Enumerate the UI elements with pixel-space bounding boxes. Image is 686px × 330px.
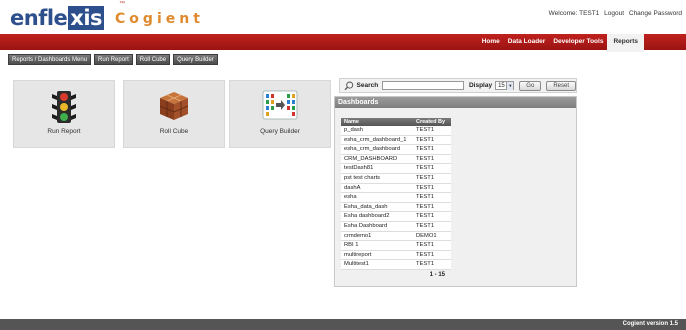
user-links: Welcome: TEST1 Logout Change Password <box>546 10 682 17</box>
cube-icon <box>159 92 189 120</box>
display-count-select[interactable]: 15 ▼ <box>495 81 515 90</box>
tile-label: Roll Cube <box>159 128 189 135</box>
search-bar: Search Display 15 ▼ Go Reset <box>339 78 577 93</box>
table-row[interactable]: p_dash TEST1 <box>341 126 451 136</box>
dashboards-table: Name Created By p_dash TEST1 esha_crm_dash… <box>341 118 451 278</box>
reports-dashboards-menu-button[interactable]: Reports / Dashboards Menu <box>8 54 92 65</box>
table-row[interactable]: multireport TEST1 <box>341 250 451 261</box>
tile-label: Query Builder <box>260 128 300 135</box>
dashboards-panel: Dashboards Name Created By p_dash TEST1 es… <box>334 96 577 287</box>
column-header-created-by[interactable]: Created By <box>413 118 451 126</box>
run-report-button[interactable]: Run Report <box>94 54 133 65</box>
created-by-cell: TEST1 <box>416 213 435 220</box>
dashboard-name-cell[interactable]: testDash81 <box>341 164 413 173</box>
trademark-mark: ™ <box>119 1 125 7</box>
reset-button[interactable]: Reset <box>546 80 576 91</box>
dashboard-name-cell[interactable]: pst test charts <box>341 174 413 183</box>
dashboard-name-cell[interactable]: CRM_DASHBOARD <box>341 155 413 164</box>
created-by-cell: DEMO1 <box>416 232 437 239</box>
created-by-cell: TEST1 <box>416 165 435 172</box>
welcome-text: Welcome: TEST1 <box>548 10 600 17</box>
query-builder-tile[interactable]: Query Builder <box>229 80 331 148</box>
logo-wordmark: enfle xis <box>10 6 105 30</box>
nav-developer-tools[interactable]: Developer Tools <box>549 34 607 50</box>
table-row[interactable]: Esha Dashboard TEST1 <box>341 221 451 232</box>
table-header: Name Created By <box>341 118 451 126</box>
dashboard-name-cell[interactable]: Multitest1 <box>341 260 413 269</box>
column-header-name[interactable]: Name <box>341 118 413 126</box>
dashboard-name-cell[interactable]: Esha_data_dash <box>341 203 413 212</box>
table-row[interactable]: RBI 1 TEST1 <box>341 241 451 251</box>
roll-cube-button[interactable]: Roll Cube <box>135 54 171 65</box>
enflexis-logo[interactable]: enfle xis Cogient <box>10 6 204 30</box>
logout-link[interactable]: Logout <box>604 10 624 17</box>
magnifier-icon <box>344 81 354 90</box>
version-text: Cogient version 1.5 <box>622 321 678 327</box>
table-row[interactable]: esha_crm_dashboard TEST1 <box>341 145 451 155</box>
nav-data-loader[interactable]: Data Loader <box>504 34 550 50</box>
table-row[interactable]: Esha_data_dash TEST1 <box>341 202 451 213</box>
app-footer: Cogient version 1.5 <box>0 319 686 330</box>
traffic-light-icon <box>52 91 76 123</box>
search-label: Search <box>356 82 379 89</box>
app-header: enfle xis Cogient ™ Welcome: TEST1 Logout… <box>0 0 686 32</box>
nav-reports[interactable]: Reports <box>607 34 644 52</box>
go-button[interactable]: Go <box>519 80 542 91</box>
created-by-cell: TEST1 <box>416 261 435 268</box>
display-label: Display <box>468 82 493 89</box>
created-by-cell: TEST1 <box>416 194 435 201</box>
nav-home[interactable]: Home <box>478 34 504 50</box>
created-by-cell: TEST1 <box>416 222 435 229</box>
table-row[interactable]: esha TEST1 <box>341 193 451 203</box>
dashboard-name-cell[interactable]: esha_crm_dashboard_1 <box>341 136 413 145</box>
dashboard-name-cell[interactable]: multireport <box>341 251 413 260</box>
table-row[interactable]: testDash81 TEST1 <box>341 164 451 174</box>
created-by-cell: TEST1 <box>416 136 435 143</box>
reports-toolbar: Reports / Dashboards Menu Run Report Rol… <box>8 54 218 65</box>
dashboard-name-cell[interactable]: Esha Dashboard <box>341 222 413 231</box>
table-row[interactable]: Esha dashboard2 TEST1 <box>341 212 451 222</box>
dashboard-name-cell[interactable]: p_dash <box>341 126 413 135</box>
query-builder-icon <box>262 90 298 120</box>
created-by-cell: TEST1 <box>416 251 435 258</box>
created-by-cell: TEST1 <box>416 184 435 191</box>
product-name: Cogient <box>115 11 204 27</box>
dashboard-name-cell[interactable]: RBI 1 <box>341 241 413 250</box>
chevron-down-icon: ▼ <box>506 82 514 90</box>
created-by-cell: TEST1 <box>416 242 435 249</box>
query-builder-button[interactable]: Query Builder <box>173 54 218 65</box>
table-row[interactable]: Multitest1 TEST1 <box>341 260 451 270</box>
roll-cube-tile[interactable]: Roll Cube <box>123 80 225 148</box>
table-row[interactable]: dashA TEST1 <box>341 183 451 194</box>
dashboard-name-cell[interactable]: crmdemo1 <box>341 232 413 241</box>
table-row[interactable]: CRM_DASHBOARD TEST1 <box>341 154 451 165</box>
change-password-link[interactable]: Change Password <box>629 10 682 17</box>
dashboard-name-cell[interactable]: esha <box>341 193 413 202</box>
search-input[interactable] <box>382 81 464 90</box>
table-row[interactable]: crmdemo1 DEMO1 <box>341 231 451 242</box>
dashboard-name-cell[interactable]: dashA <box>341 184 413 193</box>
created-by-cell: TEST1 <box>416 146 435 153</box>
dashboards-title: Dashboards <box>335 97 576 108</box>
created-by-cell: TEST1 <box>416 174 435 181</box>
created-by-cell: TEST1 <box>416 155 435 162</box>
created-by-cell: TEST1 <box>416 203 435 210</box>
main-navbar: Home Data Loader Developer Tools Reports <box>0 34 686 52</box>
dashboard-name-cell[interactable]: Esha dashboard2 <box>341 212 413 221</box>
created-by-cell: TEST1 <box>416 127 435 133</box>
table-row[interactable]: pst test charts TEST1 <box>341 173 451 184</box>
tile-label: Run Report <box>47 128 81 135</box>
dashboard-name-cell[interactable]: esha_crm_dashboard <box>341 145 413 154</box>
table-row[interactable]: esha_crm_dashboard_1 TEST1 <box>341 135 451 146</box>
run-report-tile[interactable]: Run Report <box>13 80 115 148</box>
pagination-text: 1 - 15 <box>429 271 445 278</box>
